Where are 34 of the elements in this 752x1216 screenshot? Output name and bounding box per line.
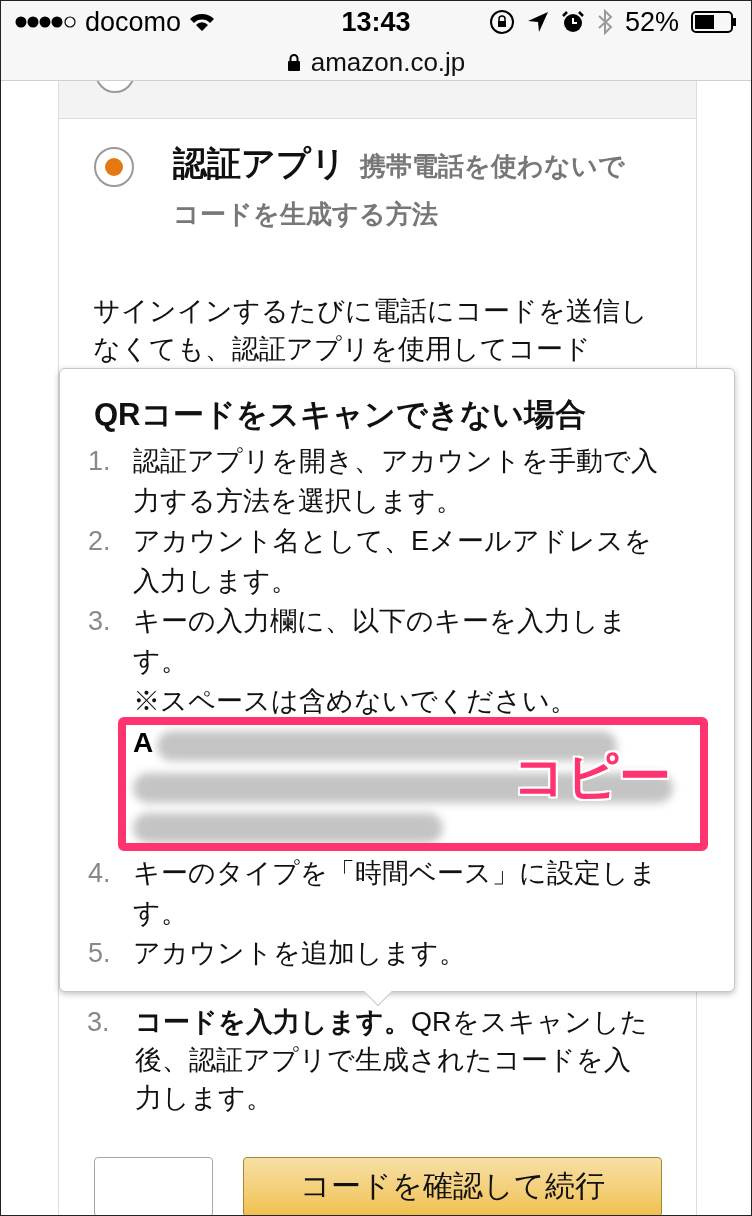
url-text[interactable]: amazon.co.jp [310, 42, 466, 82]
code-input-field[interactable] [94, 1157, 213, 1215]
step-number: 1. [88, 445, 112, 478]
step-text: コードを入力します。QRをスキャンした後、認証アプリで生成されたコードを入力します。 [135, 1006, 649, 1115]
alarm-clock-icon [560, 10, 585, 34]
location-arrow-icon [526, 11, 549, 33]
verify-code-button[interactable]: コードを確認して続行 [243, 1157, 662, 1215]
step-text: キーのタイプを「時間ベース」に設定します。 [133, 857, 658, 930]
rotation-lock-icon [488, 9, 515, 35]
step-text: アカウントを追加します。 [133, 937, 467, 970]
step-number: 5. [88, 937, 112, 970]
step-number: 3. [87, 1006, 111, 1039]
step-text: 認証アプリを開き、アカウントを手動で入力する方法を選択します。 [133, 445, 659, 518]
lock-icon [286, 53, 301, 71]
step-number: 4. [88, 857, 112, 890]
step-note: ※スペースは含めないでください。 [133, 685, 578, 718]
step-number: 2. [88, 525, 112, 558]
key-text: A [133, 727, 154, 758]
wifi-icon [189, 12, 216, 32]
step-text: キーの入力欄に、以下のキーを入力します。 [133, 605, 628, 678]
carrier-name: docomo [85, 5, 182, 39]
radio-button[interactable] [94, 81, 136, 93]
signal-icon [15, 15, 77, 29]
clock-time: 13:43 [341, 6, 411, 37]
battery-percentage: 52% [624, 5, 679, 39]
bluetooth-icon [596, 9, 613, 35]
option-label: 認証アプリ 携帯電話を使わないでコードを生成する方法 [173, 143, 626, 231]
annotation-label: コピー [513, 746, 671, 806]
step-text: アカウント名として、Eメールアドレスを入力します。 [133, 525, 653, 598]
intro-paragraph: サインインするたびに電話にコードを送信しなくても、認証アプリを使用してコード [93, 295, 649, 366]
battery-icon [691, 11, 737, 33]
popover-title: QRコードをスキャンできない場合 [94, 396, 587, 434]
radio-button[interactable] [93, 146, 135, 188]
step-number: 3. [88, 605, 112, 638]
